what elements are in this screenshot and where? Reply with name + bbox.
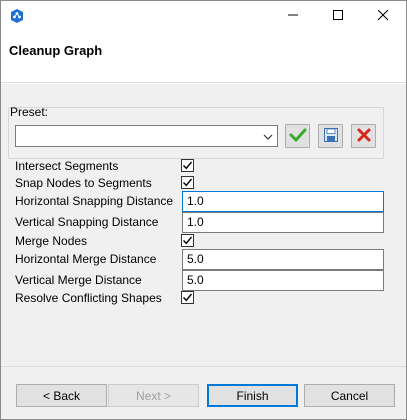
dialog-footer: < Back Next > Finish Cancel xyxy=(1,366,406,419)
checkmark-icon xyxy=(289,127,307,146)
horizontal-snapping-distance-label: Horizontal Snapping Distance xyxy=(15,194,174,208)
close-button[interactable] xyxy=(360,1,405,31)
vertical-merge-distance-field[interactable]: 5.0 xyxy=(182,270,384,291)
merge-nodes-label: Merge Nodes xyxy=(15,234,88,248)
app-icon xyxy=(9,8,25,24)
vertical-snapping-distance-label: Vertical Snapping Distance xyxy=(15,215,159,229)
minimize-icon xyxy=(287,9,298,23)
snap-nodes-to-segments-checkbox[interactable] xyxy=(181,176,194,189)
dialog-content: Preset: Intersect Segments Snap Nodes to… xyxy=(1,84,406,366)
minimize-button[interactable] xyxy=(270,1,315,31)
save-preset-button[interactable] xyxy=(318,124,343,148)
close-icon xyxy=(377,9,388,23)
dialog-window: Cleanup Graph Preset: Intersect Segments… xyxy=(0,0,407,420)
dialog-header: Cleanup Graph xyxy=(1,33,406,83)
resolve-conflicting-shapes-checkbox[interactable] xyxy=(181,291,194,304)
title-bar[interactable] xyxy=(1,1,406,33)
horizontal-merge-distance-field[interactable]: 5.0 xyxy=(182,249,384,270)
cancel-button[interactable]: Cancel xyxy=(304,384,395,407)
preset-label: Preset: xyxy=(10,105,49,119)
intersect-segments-checkbox[interactable] xyxy=(181,159,194,172)
chevron-down-icon xyxy=(263,131,273,141)
maximize-button[interactable] xyxy=(315,1,360,31)
maximize-icon xyxy=(332,9,343,23)
vertical-snapping-distance-field[interactable]: 1.0 xyxy=(182,212,384,233)
checkmark-icon xyxy=(183,236,193,245)
delete-icon xyxy=(357,128,371,145)
finish-button[interactable]: Finish xyxy=(207,384,298,407)
delete-preset-button[interactable] xyxy=(351,124,376,148)
snap-nodes-to-segments-label: Snap Nodes to Segments xyxy=(15,176,152,190)
save-icon xyxy=(323,127,339,146)
next-button[interactable]: Next > xyxy=(108,384,199,407)
horizontal-merge-distance-label: Horizontal Merge Distance xyxy=(15,252,157,266)
checkmark-icon xyxy=(183,178,193,187)
intersect-segments-label: Intersect Segments xyxy=(15,159,119,173)
back-button[interactable]: < Back xyxy=(16,384,107,407)
preset-dropdown[interactable] xyxy=(15,125,278,147)
checkmark-icon xyxy=(183,293,193,302)
apply-preset-button[interactable] xyxy=(285,124,310,148)
dialog-title: Cleanup Graph xyxy=(9,43,103,58)
horizontal-snapping-distance-field[interactable]: 1.0 xyxy=(182,191,384,212)
checkmark-icon xyxy=(183,161,193,170)
vertical-merge-distance-label: Vertical Merge Distance xyxy=(15,273,142,287)
merge-nodes-checkbox[interactable] xyxy=(181,234,194,247)
resolve-conflicting-shapes-label: Resolve Conflicting Shapes xyxy=(15,291,162,305)
